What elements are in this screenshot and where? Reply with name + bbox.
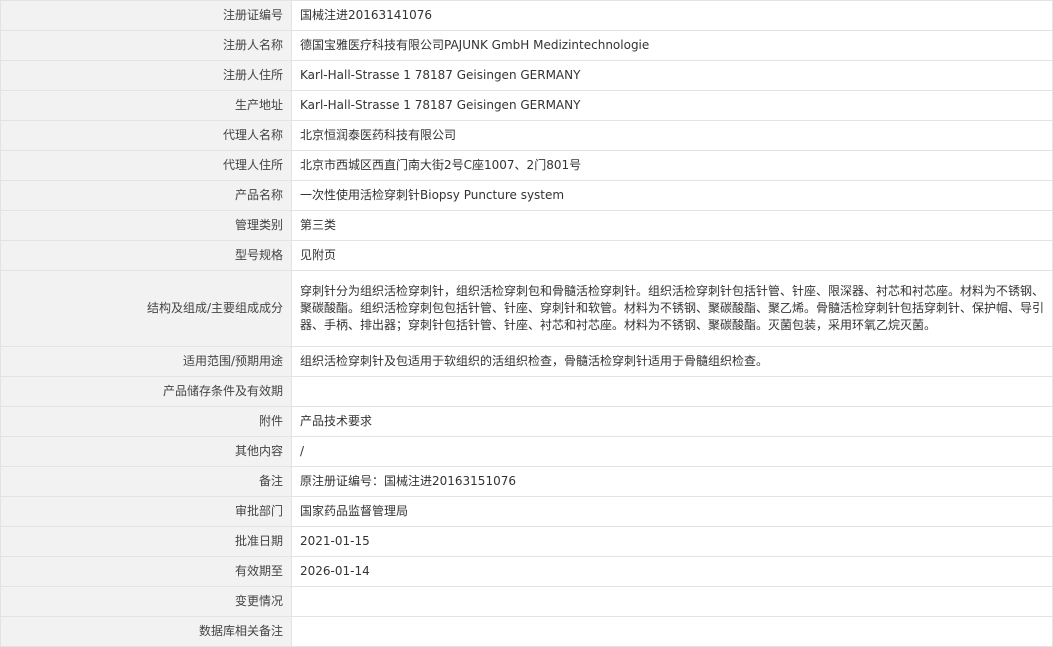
field-value: 北京市西城区西直门南大街2号C座1007、2门801号 (291, 150, 1053, 181)
field-value (291, 586, 1053, 617)
table-row: 数据库相关备注 (0, 616, 1053, 647)
table-row: 适用范围/预期用途 组织活检穿刺针及包适用于软组织的活组织检查，骨髓活检穿刺针适… (0, 346, 1053, 377)
field-label: 代理人名称 (0, 120, 292, 151)
field-value (291, 616, 1053, 647)
field-label: 其他内容 (0, 436, 292, 467)
field-value: 2021-01-15 (291, 526, 1053, 557)
field-label: 代理人住所 (0, 150, 292, 181)
table-row: 注册人名称 德国宝雅医疗科技有限公司PAJUNK GmbH Medizintec… (0, 30, 1053, 61)
field-label: 产品名称 (0, 180, 292, 211)
field-label: 产品储存条件及有效期 (0, 376, 292, 407)
field-value: 原注册证编号：国械注进20163151076 (291, 466, 1053, 497)
field-value: Karl-Hall-Strasse 1 78187 Geisingen GERM… (291, 60, 1053, 91)
field-value: 德国宝雅医疗科技有限公司PAJUNK GmbH Medizintechnolog… (291, 30, 1053, 61)
field-label: 注册人名称 (0, 30, 292, 61)
table-row: 产品储存条件及有效期 (0, 376, 1053, 407)
field-label: 数据库相关备注 (0, 616, 292, 647)
field-value: 2026-01-14 (291, 556, 1053, 587)
field-label: 管理类别 (0, 210, 292, 241)
table-row: 注册证编号 国械注进20163141076 (0, 0, 1053, 31)
field-value: 见附页 (291, 240, 1053, 271)
field-label: 附件 (0, 406, 292, 437)
field-label: 变更情况 (0, 586, 292, 617)
field-label: 备注 (0, 466, 292, 497)
table-row: 有效期至 2026-01-14 (0, 556, 1053, 587)
table-row: 代理人名称 北京恒润泰医药科技有限公司 (0, 120, 1053, 151)
field-label: 注册人住所 (0, 60, 292, 91)
field-label: 有效期至 (0, 556, 292, 587)
field-value: 国械注进20163141076 (291, 0, 1053, 31)
table-row: 产品名称 一次性使用活检穿刺针Biopsy Puncture system (0, 180, 1053, 211)
field-value: 一次性使用活检穿刺针Biopsy Puncture system (291, 180, 1053, 211)
table-row: 其他内容 / (0, 436, 1053, 467)
field-value: Karl-Hall-Strasse 1 78187 Geisingen GERM… (291, 90, 1053, 121)
table-row: 管理类别 第三类 (0, 210, 1053, 241)
field-value: 穿刺针分为组织活检穿刺针，组织活检穿刺包和骨髓活检穿刺针。组织活检穿刺针包括针管… (291, 270, 1053, 347)
table-row: 变更情况 (0, 586, 1053, 617)
registration-detail-table: 注册证编号 国械注进20163141076 注册人名称 德国宝雅医疗科技有限公司… (0, 0, 1053, 647)
table-row: 生产地址 Karl-Hall-Strasse 1 78187 Geisingen… (0, 90, 1053, 121)
field-value: 组织活检穿刺针及包适用于软组织的活组织检查，骨髓活检穿刺针适用于骨髓组织检查。 (291, 346, 1053, 377)
table-row: 附件 产品技术要求 (0, 406, 1053, 437)
field-label: 注册证编号 (0, 0, 292, 31)
field-label: 适用范围/预期用途 (0, 346, 292, 377)
table-row: 型号规格 见附页 (0, 240, 1053, 271)
table-row: 结构及组成/主要组成成分 穿刺针分为组织活检穿刺针，组织活检穿刺包和骨髓活检穿刺… (0, 270, 1053, 347)
field-value: 北京恒润泰医药科技有限公司 (291, 120, 1053, 151)
field-label: 批准日期 (0, 526, 292, 557)
field-label: 审批部门 (0, 496, 292, 527)
field-value (291, 376, 1053, 407)
field-value: 第三类 (291, 210, 1053, 241)
field-value: 产品技术要求 (291, 406, 1053, 437)
field-value: 国家药品监督管理局 (291, 496, 1053, 527)
table-row: 批准日期 2021-01-15 (0, 526, 1053, 557)
table-row: 代理人住所 北京市西城区西直门南大街2号C座1007、2门801号 (0, 150, 1053, 181)
field-label: 型号规格 (0, 240, 292, 271)
table-row: 备注 原注册证编号：国械注进20163151076 (0, 466, 1053, 497)
field-label: 结构及组成/主要组成成分 (0, 270, 292, 347)
field-value: / (291, 436, 1053, 467)
table-row: 审批部门 国家药品监督管理局 (0, 496, 1053, 527)
field-label: 生产地址 (0, 90, 292, 121)
table-row: 注册人住所 Karl-Hall-Strasse 1 78187 Geisinge… (0, 60, 1053, 91)
